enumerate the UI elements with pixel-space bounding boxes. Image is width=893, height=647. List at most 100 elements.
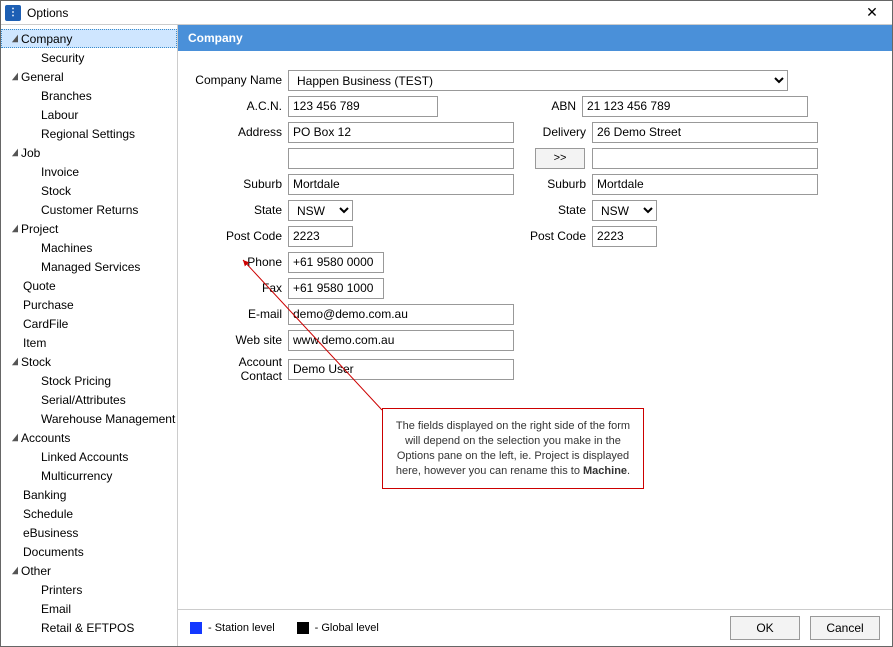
tree-item-label: Branches — [41, 89, 92, 103]
tree-item-banking[interactable]: Banking — [1, 485, 177, 504]
account-contact-input[interactable] — [288, 359, 514, 380]
global-level-swatch-icon — [297, 622, 309, 634]
tree-item-ebusiness[interactable]: eBusiness — [1, 523, 177, 542]
acn-input[interactable] — [288, 96, 438, 117]
legend-global: - Global level — [297, 622, 379, 634]
tree-item-multicurrency[interactable]: Multicurrency — [1, 466, 177, 485]
label-dsuburb: Suburb — [528, 177, 592, 191]
tree-item-machines[interactable]: Machines — [1, 238, 177, 257]
tree-item-general[interactable]: ◢General — [1, 67, 177, 86]
tree-item-item[interactable]: Item — [1, 333, 177, 352]
delivery1-input[interactable] — [592, 122, 818, 143]
tree-item-label: CardFile — [23, 317, 68, 331]
cancel-button[interactable]: Cancel — [810, 616, 880, 640]
chevron-down-icon[interactable]: ◢ — [10, 34, 20, 44]
label-address: Address — [194, 125, 288, 139]
delivery2-input[interactable] — [592, 148, 818, 169]
tree-item-project[interactable]: ◢Project — [1, 219, 177, 238]
tree-item-serial-attributes[interactable]: Serial/Attributes — [1, 390, 177, 409]
tree-item-purchase[interactable]: Purchase — [1, 295, 177, 314]
tree-item-label: Email — [41, 602, 71, 616]
tree-item-label: Stock — [21, 355, 51, 369]
tree-item-quote[interactable]: Quote — [1, 276, 177, 295]
tree-item-branches[interactable]: Branches — [1, 86, 177, 105]
label-abn[interactable]: ABN — [452, 99, 582, 113]
tree-item-security[interactable]: Security — [1, 48, 177, 67]
content-pane: Company Company Name Happen Business (TE… — [178, 25, 892, 646]
help-callout: The fields displayed on the right side o… — [382, 408, 644, 489]
app-icon: ⋮ — [5, 5, 21, 21]
tree-item-label: Invoice — [41, 165, 79, 179]
options-tree[interactable]: ◢Company Security ◢General Branches Labour Re… — [1, 25, 178, 646]
tree-item-label: eBusiness — [23, 526, 78, 540]
tree-item-label: Project — [21, 222, 58, 236]
address2-input[interactable] — [288, 148, 514, 169]
suburb-input[interactable] — [288, 174, 514, 195]
fax-input[interactable] — [288, 278, 384, 299]
pane-header: Company — [178, 25, 892, 51]
tree-item-label: Accounts — [21, 431, 70, 445]
tree-item-managed-services[interactable]: Managed Services — [1, 257, 177, 276]
label-postcode: Post Code — [194, 229, 288, 243]
tree-item-documents[interactable]: Documents — [1, 542, 177, 561]
chevron-down-icon[interactable]: ◢ — [10, 224, 20, 234]
tree-item-stock[interactable]: Stock — [1, 181, 177, 200]
label-dstate: State — [528, 203, 592, 217]
tree-item-company[interactable]: ◢Company — [1, 29, 177, 48]
tree-item-label: Documents — [23, 545, 84, 559]
address1-input[interactable] — [288, 122, 514, 143]
options-window: ⋮ Options ✕ ◢CompanySecurity◢GeneralBran… — [0, 0, 893, 647]
tree-item-retail-eftpos[interactable]: Retail & EFTPOS — [1, 618, 177, 637]
tree-item-label: Schedule — [23, 507, 73, 521]
abn-input[interactable] — [582, 96, 808, 117]
tree-item-stock[interactable]: ◢Stock — [1, 352, 177, 371]
chevron-down-icon[interactable]: ◢ — [10, 433, 20, 443]
delivery-postcode-input[interactable] — [592, 226, 657, 247]
tree-item-label: Stock Pricing — [41, 374, 111, 388]
tree-item-email[interactable]: Email — [1, 599, 177, 618]
state-select[interactable]: NSW — [288, 200, 353, 221]
legend-station: - Station level — [190, 622, 275, 634]
tree-item-label: Managed Services — [41, 260, 140, 274]
tree-item-label: Security — [41, 51, 84, 65]
tree-item-customer-returns[interactable]: Customer Returns — [1, 200, 177, 219]
company-name-select[interactable]: Happen Business (TEST) — [288, 70, 788, 91]
chevron-down-icon[interactable]: ◢ — [10, 148, 20, 158]
tree-item-other[interactable]: ◢Other — [1, 561, 177, 580]
label-company-name: Company Name — [194, 73, 288, 87]
tree-item-label: Retail & EFTPOS — [41, 621, 134, 635]
copy-address-button[interactable]: >> — [535, 148, 585, 169]
tree-item-warehouse-management[interactable]: Warehouse Management — [1, 409, 177, 428]
tree-item-schedule[interactable]: Schedule — [1, 504, 177, 523]
tree-item-label: Purchase — [23, 298, 74, 312]
window-body: ◢CompanySecurity◢GeneralBranchesLabourRe… — [1, 25, 892, 646]
delivery-suburb-input[interactable] — [592, 174, 818, 195]
chevron-down-icon[interactable]: ◢ — [10, 357, 20, 367]
tree-item-printers[interactable]: Printers — [1, 580, 177, 599]
postcode-input[interactable] — [288, 226, 353, 247]
website-input[interactable] — [288, 330, 514, 351]
label-state: State — [194, 203, 288, 217]
tree-item-stock-pricing[interactable]: Stock Pricing — [1, 371, 177, 390]
tree-item-label: Regional Settings — [41, 127, 135, 141]
company-form: Company Name Happen Business (TEST) A.C.… — [178, 51, 892, 609]
tree-item-cardfile[interactable]: CardFile — [1, 314, 177, 333]
window-title: Options — [27, 6, 856, 20]
ok-button[interactable]: OK — [730, 616, 800, 640]
tree-item-labour[interactable]: Labour — [1, 105, 177, 124]
email-input[interactable] — [288, 304, 514, 325]
tree-item-regional-settings[interactable]: Regional Settings — [1, 124, 177, 143]
chevron-down-icon[interactable]: ◢ — [10, 566, 20, 576]
tree-item-label: Quote — [23, 279, 56, 293]
titlebar: ⋮ Options ✕ — [1, 1, 892, 25]
chevron-down-icon[interactable]: ◢ — [10, 72, 20, 82]
tree-item-job[interactable]: ◢Job — [1, 143, 177, 162]
phone-input[interactable] — [288, 252, 384, 273]
tree-item-label: Machines — [41, 241, 92, 255]
tree-item-invoice[interactable]: Invoice — [1, 162, 177, 181]
delivery-state-select[interactable]: NSW — [592, 200, 657, 221]
close-icon[interactable]: ✕ — [856, 4, 888, 21]
tree-item-accounts[interactable]: ◢Accounts — [1, 428, 177, 447]
tree-item-linked-accounts[interactable]: Linked Accounts — [1, 447, 177, 466]
tree-item-label: Banking — [23, 488, 66, 502]
